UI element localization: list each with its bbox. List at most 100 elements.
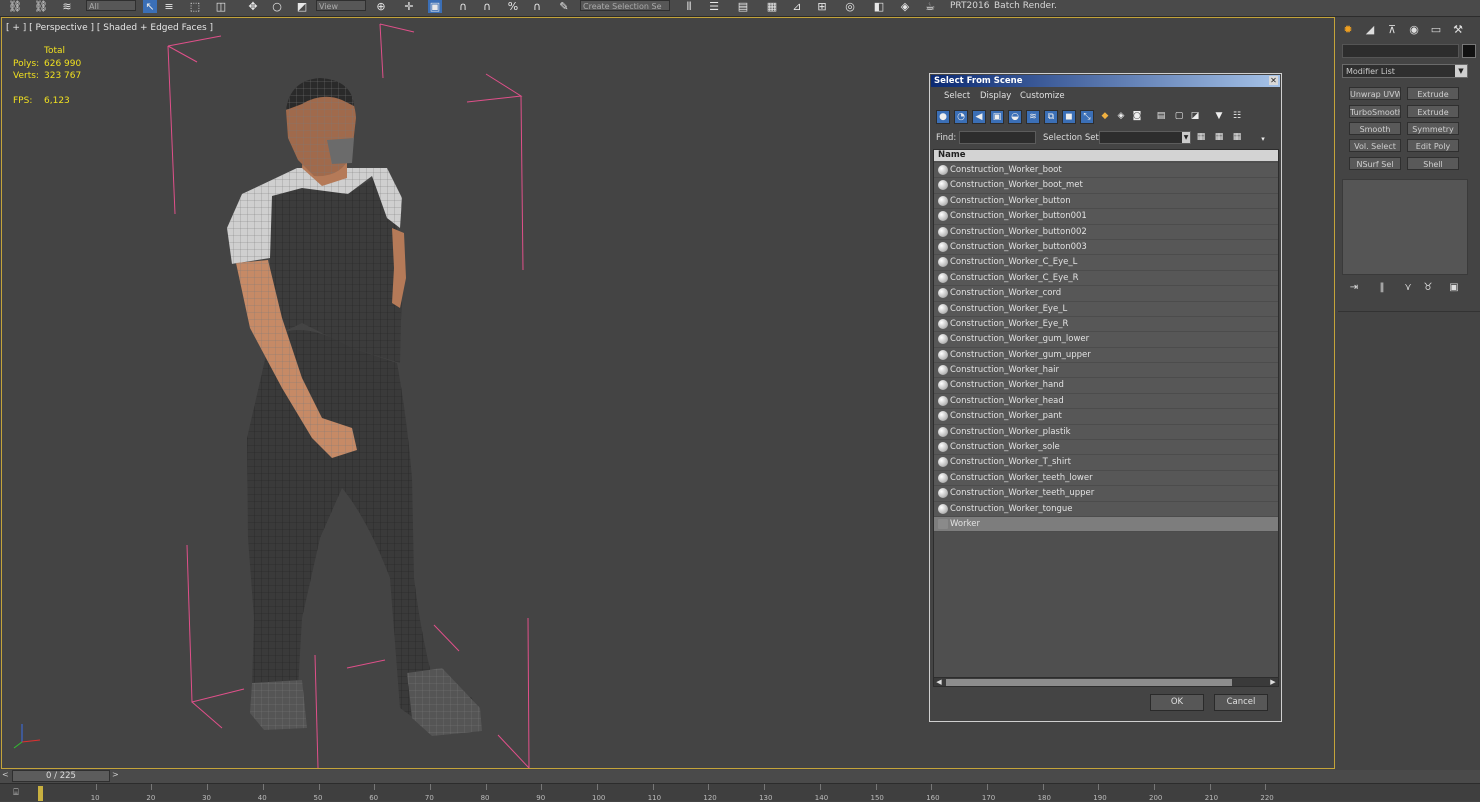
list-item[interactable]: Construction_Worker_cord xyxy=(934,286,1278,302)
create-selection-set-icon[interactable]: ▦ xyxy=(1194,131,1208,145)
make-unique-icon[interactable]: ⋎ xyxy=(1400,282,1416,294)
mirror-icon[interactable]: ⫴ xyxy=(682,0,696,13)
list-item[interactable]: Construction_Worker_hand xyxy=(934,378,1278,394)
list-item[interactable]: Construction_Worker_C_Eye_L xyxy=(934,255,1278,271)
list-item[interactable]: Construction_Worker_head xyxy=(934,393,1278,410)
list-item[interactable]: Construction_Worker_button002 xyxy=(934,224,1278,240)
dialog-titlebar[interactable]: Select From Scene ✕ xyxy=(931,75,1280,87)
reference-coordinate-dropdown[interactable]: View xyxy=(316,0,366,11)
pivot-center-icon[interactable]: ⊕ xyxy=(374,0,388,13)
remove-modifier-icon[interactable]: ♉ xyxy=(1420,282,1436,294)
cancel-button[interactable]: Cancel xyxy=(1214,694,1268,711)
curve-editor-icon[interactable]: ⊿ xyxy=(790,0,804,13)
named-selection-sets-dropdown[interactable]: Create Selection Se xyxy=(580,0,670,11)
rectangular-selection-icon[interactable]: ⬚ xyxy=(188,0,202,13)
add-to-selection-set-icon[interactable]: ▦ xyxy=(1212,131,1226,145)
remove-from-selection-set-icon[interactable]: ▦ xyxy=(1230,131,1244,145)
align-icon[interactable]: ☰ xyxy=(707,0,721,13)
scroll-right-icon[interactable]: ▶ xyxy=(1268,678,1278,686)
list-item[interactable]: Construction_Worker_boot_met xyxy=(934,178,1278,194)
scroll-left-icon[interactable]: ◀ xyxy=(934,678,944,686)
create-tab-icon[interactable]: ✹ xyxy=(1340,22,1356,38)
schematic-view-icon[interactable]: ⊞ xyxy=(815,0,829,13)
render-setup-icon[interactable]: ◧ xyxy=(872,0,886,13)
modifier-button[interactable]: Edit Poly xyxy=(1407,139,1459,152)
scale-icon[interactable]: ◩ xyxy=(295,0,309,13)
list-item[interactable]: Construction_Worker_Eye_L xyxy=(934,301,1278,317)
spinner-snap-icon[interactable]: ∩ xyxy=(530,0,544,13)
filter-icon[interactable]: ▼ xyxy=(1212,110,1226,124)
angle-snap-icon[interactable]: ∩ xyxy=(480,0,494,13)
utilities-tab-icon[interactable]: ⚒ xyxy=(1450,22,1466,38)
modifier-button[interactable]: Smooth xyxy=(1349,122,1401,135)
modifier-stack[interactable] xyxy=(1342,179,1468,275)
select-invert-icon[interactable]: ◪ xyxy=(1188,110,1202,124)
show-end-result-icon[interactable]: ‖ xyxy=(1374,282,1390,294)
modifier-button[interactable]: Extrude xyxy=(1407,105,1459,118)
list-item[interactable]: Construction_Worker_pant xyxy=(934,409,1278,425)
percent-snap-icon[interactable]: % xyxy=(506,0,520,13)
modifier-list-dropdown[interactable]: Modifier List ▼ xyxy=(1342,64,1468,78)
list-item[interactable]: Construction_Worker_button003 xyxy=(934,239,1278,256)
next-frame-icon[interactable]: > xyxy=(112,770,119,779)
list-item[interactable]: Construction_Worker_teeth_lower xyxy=(934,470,1278,487)
menu-select[interactable]: Select xyxy=(944,91,970,101)
list-item[interactable]: Construction_Worker_button xyxy=(934,193,1278,210)
select-object-icon[interactable]: ↖ xyxy=(143,0,157,13)
configure-modifier-sets-icon[interactable]: ▣ xyxy=(1446,282,1462,294)
display-helpers-icon[interactable]: ◒ xyxy=(1008,110,1022,124)
unlink-icon[interactable]: ⛓ xyxy=(34,0,48,13)
display-geometry-icon[interactable]: ● xyxy=(936,110,950,124)
hierarchy-tab-icon[interactable]: ⊼ xyxy=(1384,22,1400,38)
display-lights-icon[interactable]: ◀ xyxy=(972,110,986,124)
motion-tab-icon[interactable]: ◉ xyxy=(1406,22,1422,38)
object-name-field[interactable] xyxy=(1342,44,1459,58)
display-bones-icon[interactable]: ⤡ xyxy=(1080,110,1094,124)
select-none-icon[interactable]: ▢ xyxy=(1172,110,1186,124)
modifier-button[interactable]: Unwrap UVW xyxy=(1349,87,1401,100)
name-column-header[interactable]: Name xyxy=(934,150,1278,161)
mini-curve-editor-icon[interactable]: ⌸ xyxy=(8,787,24,799)
modifier-button[interactable]: Vol. Select xyxy=(1349,139,1401,152)
list-item[interactable]: Construction_Worker_T_shirt xyxy=(934,455,1278,471)
scene-object-list[interactable]: Name Construction_Worker_boot Constructio… xyxy=(933,149,1279,686)
previous-frame-icon[interactable]: < xyxy=(2,770,9,779)
list-item[interactable]: Construction_Worker_teeth_upper xyxy=(934,486,1278,502)
modifier-button[interactable]: Symmetry xyxy=(1407,122,1459,135)
menu-display[interactable]: Display xyxy=(980,91,1011,101)
list-item[interactable]: Construction_Worker_hair xyxy=(934,363,1278,379)
modify-tab-icon[interactable]: ◢ xyxy=(1362,22,1378,38)
keyboard-shortcut-override-icon[interactable]: ▣ xyxy=(428,0,442,13)
list-item[interactable]: Construction_Worker_sole xyxy=(934,440,1278,456)
list-item[interactable]: Construction_Worker_plastik xyxy=(934,424,1278,441)
display-shapes-icon[interactable]: ◔ xyxy=(954,110,968,124)
object-color-swatch[interactable] xyxy=(1462,44,1476,58)
modifier-button[interactable]: TurboSmooth xyxy=(1349,105,1401,118)
display-tab-icon[interactable]: ▭ xyxy=(1428,22,1444,38)
rendered-frame-window-icon[interactable]: ◈ xyxy=(898,0,912,13)
list-item[interactable]: Construction_Worker_boot xyxy=(934,163,1278,179)
modifier-button[interactable]: NSurf Sel xyxy=(1349,157,1401,170)
list-item[interactable]: Worker xyxy=(934,516,1278,533)
menu-customize[interactable]: Customize xyxy=(1020,91,1065,101)
render-production-icon[interactable]: ☕ xyxy=(923,0,937,13)
display-cameras-icon[interactable]: ▣ xyxy=(990,110,1004,124)
list-item[interactable]: Construction_Worker_gum_lower xyxy=(934,332,1278,348)
select-manipulate-icon[interactable]: ✛ xyxy=(402,0,416,13)
rotate-icon[interactable]: ○ xyxy=(270,0,284,13)
select-all-icon[interactable]: ▤ xyxy=(1154,110,1168,124)
find-input[interactable] xyxy=(959,131,1036,144)
display-groups-icon[interactable]: ⧉ xyxy=(1044,110,1058,124)
list-item[interactable]: Construction_Worker_tongue xyxy=(934,501,1278,517)
list-item[interactable]: Construction_Worker_C_Eye_R xyxy=(934,270,1278,287)
material-editor-icon[interactable]: ◎ xyxy=(843,0,857,13)
edit-named-sets-icon[interactable]: ✎ xyxy=(557,0,571,13)
link-icon[interactable]: ⛓ xyxy=(8,0,22,13)
select-by-name-icon[interactable]: ≡ xyxy=(162,0,176,13)
display-containers-icon[interactable]: ◆ xyxy=(1098,110,1112,124)
batch-render-button[interactable]: Batch Render... xyxy=(994,0,1056,14)
display-xrefs-icon[interactable]: ◼ xyxy=(1062,110,1076,124)
ok-button[interactable]: OK xyxy=(1150,694,1204,711)
graphite-tools-icon[interactable]: ▦ xyxy=(765,0,779,13)
modifier-button[interactable]: Extrude xyxy=(1407,87,1459,100)
